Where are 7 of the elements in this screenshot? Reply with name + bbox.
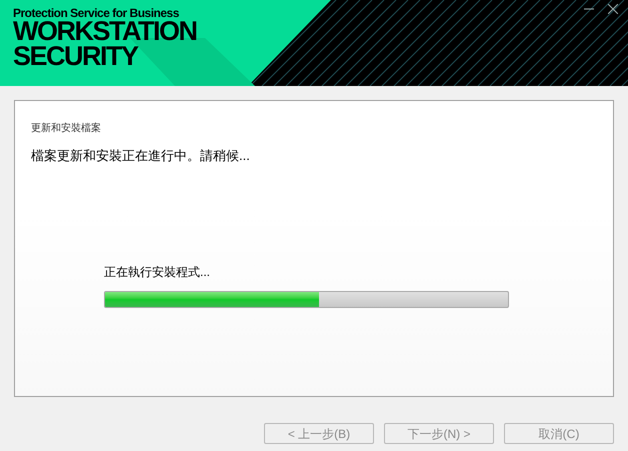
- product-title: WORKSTATION: [13, 19, 196, 44]
- product-subtitle: Protection Service for Business: [13, 7, 179, 19]
- close-icon[interactable]: [608, 4, 618, 14]
- section-heading: 更新和安裝檔案: [31, 122, 102, 136]
- status-text: 正在執行安裝程式...: [104, 264, 212, 280]
- product-title: SECURITY: [13, 44, 138, 69]
- progress-message: 檔案更新和安裝正在進行中。請稍候...: [31, 147, 251, 165]
